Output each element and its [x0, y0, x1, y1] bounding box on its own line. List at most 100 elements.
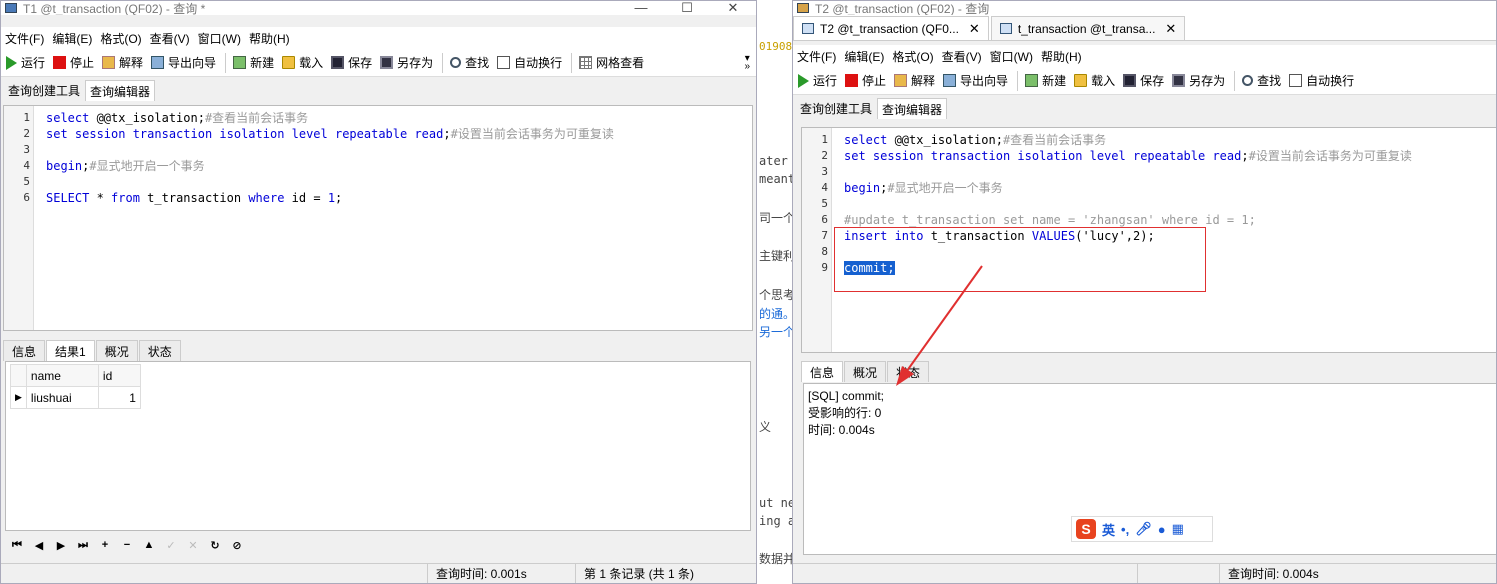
- up-icon[interactable]: ▲: [143, 539, 155, 551]
- save-icon: [1123, 74, 1137, 87]
- status-bar: 查询时间: 0.001s 第 1 条记录 (共 1 条): [1, 563, 756, 583]
- explain-label: 解释: [119, 56, 144, 70]
- close-button[interactable]: ✕: [710, 1, 756, 14]
- info-line: 时间: 0.004s: [808, 423, 875, 437]
- refresh-icon[interactable]: ↻: [209, 539, 221, 552]
- tab-info[interactable]: 信息: [801, 361, 844, 382]
- word-wrap-button[interactable]: 自动换行: [494, 52, 567, 74]
- load-button[interactable]: 载入: [279, 52, 328, 74]
- stop-icon: [845, 74, 859, 87]
- table-row[interactable]: ▶ liushuai 1: [10, 386, 141, 409]
- delete-record-icon[interactable]: −: [121, 539, 133, 551]
- save-as-button[interactable]: 另存为: [377, 52, 438, 74]
- stop-button[interactable]: 停止: [50, 52, 99, 74]
- toolbar-separator: [1017, 70, 1019, 91]
- punct-icon[interactable]: •,: [1121, 522, 1129, 537]
- new-button[interactable]: 新建: [230, 52, 279, 74]
- minimize-button[interactable]: —: [618, 1, 664, 14]
- grid-icon[interactable]: ▦: [1172, 521, 1184, 537]
- load-button[interactable]: 载入: [1071, 70, 1120, 92]
- save-as-button[interactable]: 另存为: [1169, 70, 1230, 92]
- wrap-icon: [1289, 74, 1303, 87]
- ime-mode-toggle[interactable]: 英: [1102, 520, 1115, 539]
- menu-format[interactable]: 格式(O): [890, 48, 939, 65]
- tab-result1[interactable]: 结果1: [46, 340, 95, 361]
- menu-view[interactable]: 查看(V): [940, 48, 988, 65]
- menu-file[interactable]: 文件(F): [3, 30, 50, 47]
- save-as-label: 另存为: [1189, 74, 1226, 88]
- code-line: 2 set session transaction isolation level…: [23, 127, 614, 141]
- save-button[interactable]: 保存: [328, 52, 377, 74]
- explain-button[interactable]: 解释: [891, 70, 940, 92]
- doc-tab-t-transaction[interactable]: t_transaction @t_transa... ✕: [990, 16, 1186, 40]
- tab-profile[interactable]: 概况: [95, 340, 138, 361]
- tab-status[interactable]: 状态: [887, 361, 930, 382]
- stop-refresh-icon[interactable]: ⊘: [231, 539, 243, 552]
- save-label: 保存: [348, 56, 373, 70]
- grid-view-button[interactable]: 网格查看: [576, 52, 649, 74]
- menu-help[interactable]: 帮助(H): [1039, 48, 1088, 65]
- stop-button[interactable]: 停止: [842, 70, 891, 92]
- sql-editor[interactable]: 1 select @@tx_isolation;#查看当前会话事务 2 set se…: [3, 105, 753, 331]
- toolbar-separator: [1234, 70, 1236, 91]
- query-time: 查询时间: 0.001s: [427, 564, 575, 583]
- save-button[interactable]: 保存: [1120, 70, 1169, 92]
- menu-file[interactable]: 文件(F): [795, 48, 842, 65]
- prev-record-icon[interactable]: ◀: [33, 539, 45, 552]
- bg-fragment: ut ne: [759, 496, 796, 510]
- mic-icon[interactable]: 🎤︎: [1135, 521, 1152, 537]
- tab-query-editor[interactable]: 查询编辑器: [85, 80, 156, 101]
- next-record-icon[interactable]: ▶: [55, 539, 67, 552]
- tab-query-editor[interactable]: 查询编辑器: [877, 98, 948, 119]
- tab-query-builder[interactable]: 查询创建工具: [795, 98, 877, 119]
- bg-fragment: 主键利: [759, 249, 796, 263]
- editor-mode-tabs: 查询创建工具 查询编辑器: [1, 77, 756, 101]
- toolbar-separator: [442, 52, 444, 73]
- find-button[interactable]: 查找: [447, 52, 494, 74]
- doc-tab-t2[interactable]: T2 @t_transaction (QF0... ✕: [793, 16, 989, 40]
- status-spacer: [1137, 564, 1219, 583]
- last-record-icon[interactable]: ⏭: [77, 539, 89, 552]
- ime-toolbar[interactable]: S 英 •, 🎤︎ ● ▦: [1071, 516, 1213, 542]
- add-record-icon[interactable]: +: [99, 539, 111, 551]
- first-record-icon[interactable]: ⏮: [11, 539, 23, 552]
- run-button[interactable]: 运行: [3, 52, 50, 74]
- column-header-name[interactable]: name: [25, 364, 99, 387]
- export-icon: [151, 56, 165, 69]
- find-button[interactable]: 查找: [1239, 70, 1286, 92]
- menu-view[interactable]: 查看(V): [148, 30, 196, 47]
- table-cell[interactable]: 1: [97, 386, 141, 409]
- menu-format[interactable]: 格式(O): [98, 30, 147, 47]
- menu-window[interactable]: 窗口(W): [988, 48, 1039, 65]
- tab-query-builder[interactable]: 查询创建工具: [3, 80, 85, 101]
- close-tab-icon[interactable]: ✕: [969, 21, 980, 37]
- bg-fragment: meant: [759, 172, 796, 186]
- new-button[interactable]: 新建: [1022, 70, 1071, 92]
- bg-fragment: ater: [759, 154, 788, 168]
- column-header-id[interactable]: id: [97, 364, 141, 387]
- bg-fragment: 01908: [759, 40, 793, 53]
- menu-edit[interactable]: 编辑(E): [50, 30, 98, 47]
- run-button[interactable]: 运行: [795, 70, 842, 92]
- user-icon[interactable]: ●: [1158, 522, 1166, 537]
- export-label: 导出向导: [960, 74, 1009, 88]
- tab-profile[interactable]: 概况: [844, 361, 887, 382]
- export-wizard-button[interactable]: 导出向导: [940, 70, 1013, 92]
- tab-status[interactable]: 状态: [138, 340, 181, 361]
- toolbar-overflow-button[interactable]: ▾»: [744, 53, 756, 71]
- menu-bar: 文件(F) 编辑(E) 格式(O) 查看(V) 窗口(W) 帮助(H): [793, 45, 1496, 67]
- grid-icon: [579, 56, 593, 69]
- explain-button[interactable]: 解释: [99, 52, 148, 74]
- close-tab-icon[interactable]: ✕: [1165, 21, 1176, 37]
- document-tabs: T2 @t_transaction (QF0... ✕ t_transactio…: [793, 15, 1496, 41]
- save-label: 保存: [1140, 74, 1165, 88]
- table-cell[interactable]: liushuai: [25, 386, 99, 409]
- word-wrap-button[interactable]: 自动换行: [1286, 70, 1359, 92]
- export-wizard-button[interactable]: 导出向导: [148, 52, 221, 74]
- menu-edit[interactable]: 编辑(E): [842, 48, 890, 65]
- tab-info[interactable]: 信息: [3, 340, 46, 361]
- menu-help[interactable]: 帮助(H): [247, 30, 296, 47]
- menu-window[interactable]: 窗口(W): [196, 30, 247, 47]
- play-icon: [798, 73, 809, 88]
- maximize-button[interactable]: ☐: [664, 1, 710, 14]
